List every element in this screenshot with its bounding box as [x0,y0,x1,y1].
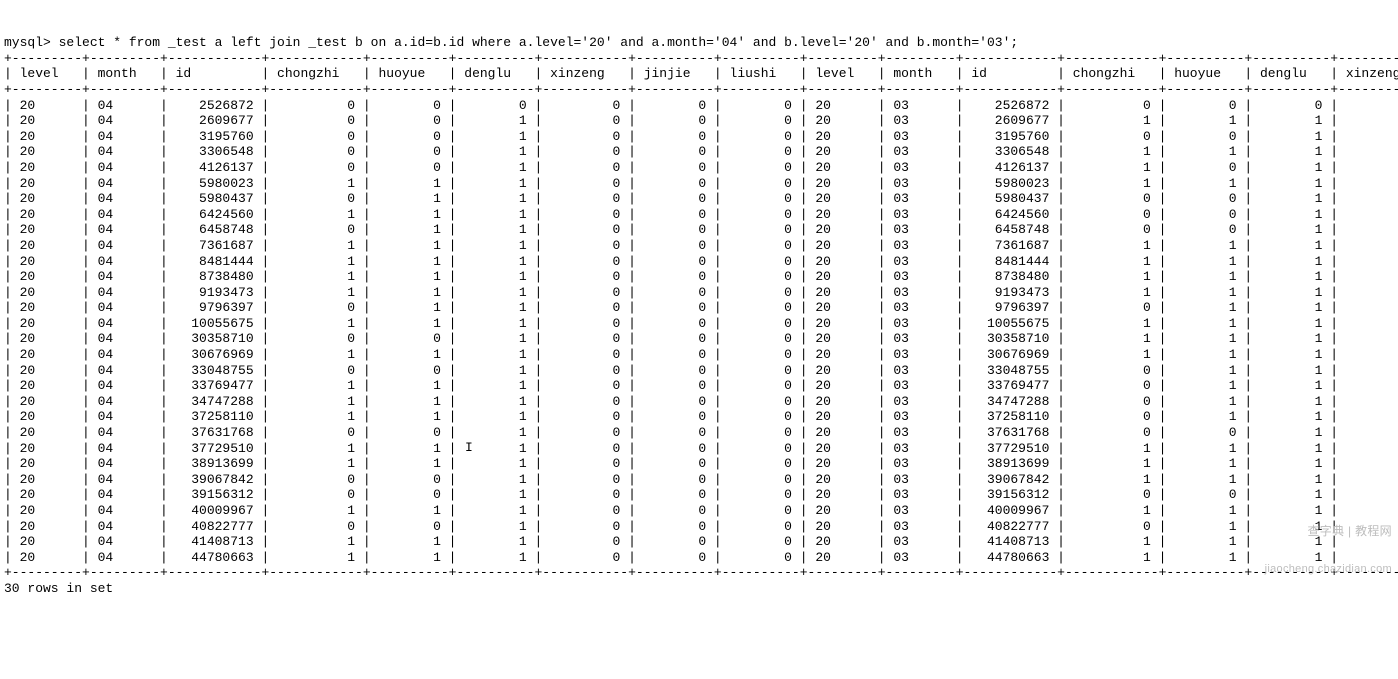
watermark-text-2: jiaocheng.chazidian.com [1265,563,1392,575]
watermark: 查字典 | 教程网 jiaocheng.chazidian.com [1265,501,1392,587]
mysql-output: mysql> select * from _test a left join _… [4,35,1394,596]
watermark-text-1: 查字典 | 教程网 [1265,525,1392,538]
